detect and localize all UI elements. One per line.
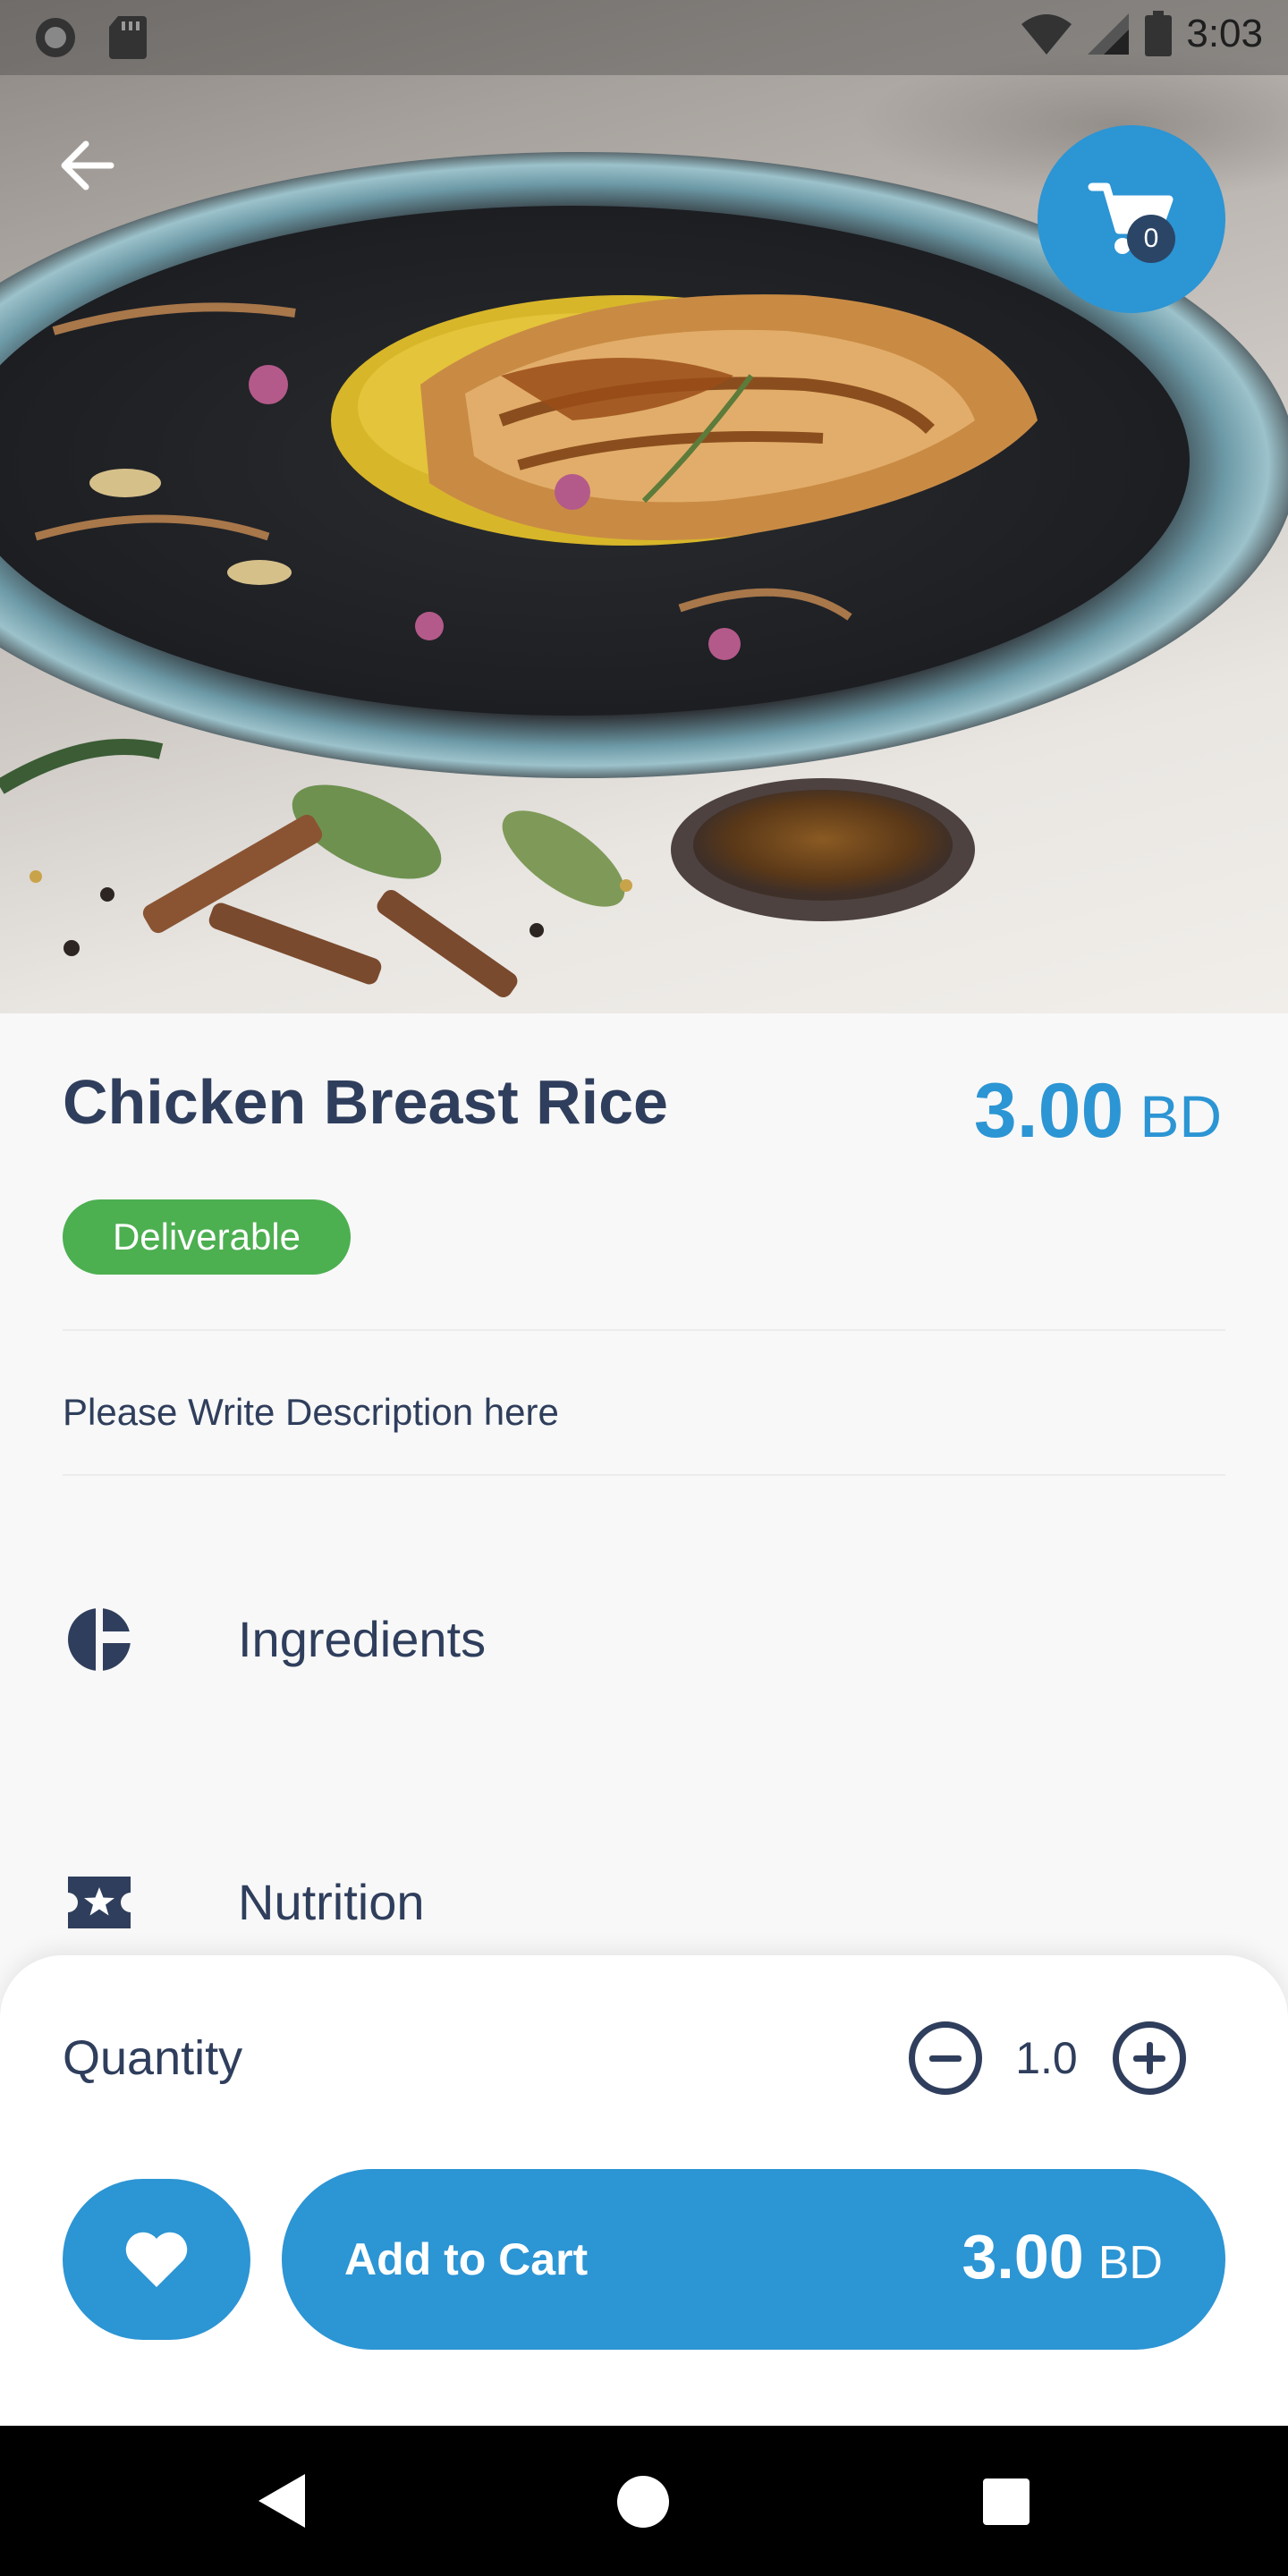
- wifi-icon: [1021, 14, 1072, 55]
- signal-icon: [1088, 13, 1130, 55]
- product-description: Please Write Description here: [63, 1391, 559, 1433]
- decrease-quantity-button[interactable]: [909, 2021, 982, 2095]
- ingredients-row[interactable]: Ingredients: [238, 1610, 486, 1668]
- add-to-cart-label: Add to Cart: [344, 2234, 589, 2284]
- nutrition-row[interactable]: Nutrition: [238, 1873, 425, 1931]
- cart-button[interactable]: [1038, 125, 1225, 313]
- cart-total: 3.00 BD: [962, 2221, 1164, 2292]
- sd-card-icon: [109, 16, 147, 59]
- product-price: 3.00 BD: [974, 1067, 1222, 1156]
- pie-chart-icon: [68, 1605, 134, 1674]
- quantity-label: Quantity: [63, 2031, 243, 2085]
- cart-total-amount: 3.00: [962, 2222, 1084, 2292]
- back-button[interactable]: [54, 130, 125, 201]
- arrow-left-icon: [61, 140, 114, 191]
- increase-quantity-button[interactable]: [1113, 2021, 1186, 2095]
- divider: [63, 1474, 1225, 1476]
- product-title: Chicken Breast Rice: [63, 1067, 668, 1137]
- divider: [63, 1329, 1225, 1331]
- ticket-star-icon: [68, 1877, 131, 1928]
- system-nav-bar: [0, 2426, 1288, 2576]
- price-currency: BD: [1140, 1083, 1222, 1149]
- add-to-cart-button[interactable]: Add to Cart 3.00 BD: [282, 2169, 1225, 2350]
- back-triangle-icon[interactable]: [255, 2470, 309, 2531]
- cart-count-badge: 0: [1127, 215, 1175, 263]
- heart-icon: [125, 2232, 188, 2287]
- favorite-button[interactable]: [63, 2179, 250, 2340]
- price-amount: 3.00: [973, 1068, 1124, 1154]
- quantity-value: 1.0: [1015, 2033, 1078, 2083]
- status-bar: 3:03: [0, 0, 1288, 75]
- recents-square-icon[interactable]: [981, 2477, 1031, 2527]
- battery-icon: [1145, 11, 1173, 56]
- deliverable-badge: Deliverable: [63, 1199, 351, 1275]
- circle-icon: [36, 18, 75, 57]
- cart-total-currency: BD: [1097, 2237, 1163, 2289]
- status-time: 3:03: [1186, 12, 1263, 55]
- home-circle-icon[interactable]: [615, 2474, 671, 2529]
